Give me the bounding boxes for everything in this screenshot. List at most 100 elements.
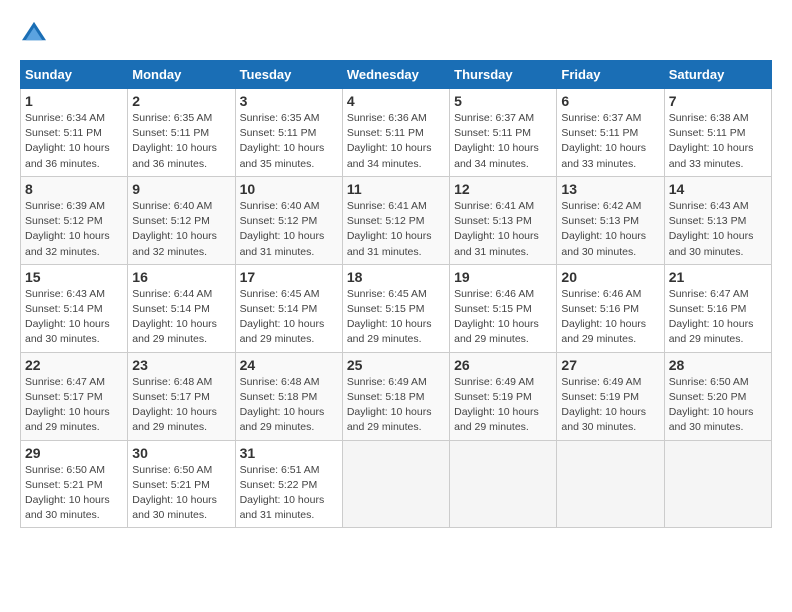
day-details: Sunrise: 6:41 AMSunset: 5:12 PMDaylight:…	[347, 199, 445, 260]
day-details: Sunrise: 6:47 AMSunset: 5:16 PMDaylight:…	[669, 287, 767, 348]
calendar-header: SundayMondayTuesdayWednesdayThursdayFrid…	[21, 61, 772, 89]
day-of-week-tuesday: Tuesday	[235, 61, 342, 89]
calendar-cell: 7 Sunrise: 6:38 AMSunset: 5:11 PMDayligh…	[664, 89, 771, 177]
day-details: Sunrise: 6:50 AMSunset: 5:21 PMDaylight:…	[25, 463, 123, 524]
day-details: Sunrise: 6:36 AMSunset: 5:11 PMDaylight:…	[347, 111, 445, 172]
calendar-cell: 29 Sunrise: 6:50 AMSunset: 5:21 PMDaylig…	[21, 440, 128, 528]
day-details: Sunrise: 6:40 AMSunset: 5:12 PMDaylight:…	[132, 199, 230, 260]
day-details: Sunrise: 6:51 AMSunset: 5:22 PMDaylight:…	[240, 463, 338, 524]
day-of-week-thursday: Thursday	[450, 61, 557, 89]
calendar-body: 1 Sunrise: 6:34 AMSunset: 5:11 PMDayligh…	[21, 89, 772, 528]
calendar-cell: 15 Sunrise: 6:43 AMSunset: 5:14 PMDaylig…	[21, 264, 128, 352]
day-details: Sunrise: 6:48 AMSunset: 5:17 PMDaylight:…	[132, 375, 230, 436]
calendar-cell: 24 Sunrise: 6:48 AMSunset: 5:18 PMDaylig…	[235, 352, 342, 440]
calendar-cell	[557, 440, 664, 528]
day-details: Sunrise: 6:44 AMSunset: 5:14 PMDaylight:…	[132, 287, 230, 348]
calendar-cell	[450, 440, 557, 528]
day-number: 26	[454, 357, 552, 373]
calendar-cell: 12 Sunrise: 6:41 AMSunset: 5:13 PMDaylig…	[450, 176, 557, 264]
calendar-cell: 22 Sunrise: 6:47 AMSunset: 5:17 PMDaylig…	[21, 352, 128, 440]
day-number: 14	[669, 181, 767, 197]
calendar-cell: 16 Sunrise: 6:44 AMSunset: 5:14 PMDaylig…	[128, 264, 235, 352]
day-number: 19	[454, 269, 552, 285]
calendar-cell	[342, 440, 449, 528]
day-number: 15	[25, 269, 123, 285]
day-details: Sunrise: 6:47 AMSunset: 5:17 PMDaylight:…	[25, 375, 123, 436]
calendar-cell: 21 Sunrise: 6:47 AMSunset: 5:16 PMDaylig…	[664, 264, 771, 352]
day-details: Sunrise: 6:35 AMSunset: 5:11 PMDaylight:…	[240, 111, 338, 172]
calendar-cell: 18 Sunrise: 6:45 AMSunset: 5:15 PMDaylig…	[342, 264, 449, 352]
day-number: 17	[240, 269, 338, 285]
day-number: 8	[25, 181, 123, 197]
day-details: Sunrise: 6:46 AMSunset: 5:15 PMDaylight:…	[454, 287, 552, 348]
day-details: Sunrise: 6:49 AMSunset: 5:19 PMDaylight:…	[454, 375, 552, 436]
day-number: 22	[25, 357, 123, 373]
day-details: Sunrise: 6:43 AMSunset: 5:13 PMDaylight:…	[669, 199, 767, 260]
day-number: 1	[25, 93, 123, 109]
day-details: Sunrise: 6:43 AMSunset: 5:14 PMDaylight:…	[25, 287, 123, 348]
day-details: Sunrise: 6:37 AMSunset: 5:11 PMDaylight:…	[561, 111, 659, 172]
day-of-week-saturday: Saturday	[664, 61, 771, 89]
day-number: 21	[669, 269, 767, 285]
day-number: 13	[561, 181, 659, 197]
day-of-week-monday: Monday	[128, 61, 235, 89]
calendar-cell: 30 Sunrise: 6:50 AMSunset: 5:21 PMDaylig…	[128, 440, 235, 528]
week-row-4: 22 Sunrise: 6:47 AMSunset: 5:17 PMDaylig…	[21, 352, 772, 440]
calendar-cell: 20 Sunrise: 6:46 AMSunset: 5:16 PMDaylig…	[557, 264, 664, 352]
calendar-cell: 13 Sunrise: 6:42 AMSunset: 5:13 PMDaylig…	[557, 176, 664, 264]
day-number: 27	[561, 357, 659, 373]
week-row-2: 8 Sunrise: 6:39 AMSunset: 5:12 PMDayligh…	[21, 176, 772, 264]
logo	[20, 20, 52, 44]
day-number: 9	[132, 181, 230, 197]
header	[20, 20, 772, 44]
day-number: 23	[132, 357, 230, 373]
week-row-5: 29 Sunrise: 6:50 AMSunset: 5:21 PMDaylig…	[21, 440, 772, 528]
day-number: 18	[347, 269, 445, 285]
day-details: Sunrise: 6:37 AMSunset: 5:11 PMDaylight:…	[454, 111, 552, 172]
day-number: 4	[347, 93, 445, 109]
calendar-cell: 9 Sunrise: 6:40 AMSunset: 5:12 PMDayligh…	[128, 176, 235, 264]
day-number: 5	[454, 93, 552, 109]
day-of-week-sunday: Sunday	[21, 61, 128, 89]
day-number: 12	[454, 181, 552, 197]
day-details: Sunrise: 6:34 AMSunset: 5:11 PMDaylight:…	[25, 111, 123, 172]
day-details: Sunrise: 6:42 AMSunset: 5:13 PMDaylight:…	[561, 199, 659, 260]
week-row-1: 1 Sunrise: 6:34 AMSunset: 5:11 PMDayligh…	[21, 89, 772, 177]
day-of-week-wednesday: Wednesday	[342, 61, 449, 89]
calendar-cell: 26 Sunrise: 6:49 AMSunset: 5:19 PMDaylig…	[450, 352, 557, 440]
day-number: 25	[347, 357, 445, 373]
calendar-cell: 23 Sunrise: 6:48 AMSunset: 5:17 PMDaylig…	[128, 352, 235, 440]
day-number: 11	[347, 181, 445, 197]
calendar-cell: 6 Sunrise: 6:37 AMSunset: 5:11 PMDayligh…	[557, 89, 664, 177]
logo-icon	[20, 20, 48, 44]
day-number: 31	[240, 445, 338, 461]
day-number: 2	[132, 93, 230, 109]
calendar-cell: 14 Sunrise: 6:43 AMSunset: 5:13 PMDaylig…	[664, 176, 771, 264]
day-details: Sunrise: 6:46 AMSunset: 5:16 PMDaylight:…	[561, 287, 659, 348]
day-number: 16	[132, 269, 230, 285]
day-number: 7	[669, 93, 767, 109]
calendar-cell: 3 Sunrise: 6:35 AMSunset: 5:11 PMDayligh…	[235, 89, 342, 177]
day-details: Sunrise: 6:49 AMSunset: 5:19 PMDaylight:…	[561, 375, 659, 436]
day-details: Sunrise: 6:45 AMSunset: 5:14 PMDaylight:…	[240, 287, 338, 348]
day-number: 3	[240, 93, 338, 109]
calendar-cell: 5 Sunrise: 6:37 AMSunset: 5:11 PMDayligh…	[450, 89, 557, 177]
day-number: 30	[132, 445, 230, 461]
calendar-cell: 28 Sunrise: 6:50 AMSunset: 5:20 PMDaylig…	[664, 352, 771, 440]
calendar-cell: 31 Sunrise: 6:51 AMSunset: 5:22 PMDaylig…	[235, 440, 342, 528]
day-number: 29	[25, 445, 123, 461]
header-row: SundayMondayTuesdayWednesdayThursdayFrid…	[21, 61, 772, 89]
day-details: Sunrise: 6:50 AMSunset: 5:21 PMDaylight:…	[132, 463, 230, 524]
day-number: 24	[240, 357, 338, 373]
day-details: Sunrise: 6:35 AMSunset: 5:11 PMDaylight:…	[132, 111, 230, 172]
calendar-cell: 27 Sunrise: 6:49 AMSunset: 5:19 PMDaylig…	[557, 352, 664, 440]
day-details: Sunrise: 6:45 AMSunset: 5:15 PMDaylight:…	[347, 287, 445, 348]
week-row-3: 15 Sunrise: 6:43 AMSunset: 5:14 PMDaylig…	[21, 264, 772, 352]
day-number: 20	[561, 269, 659, 285]
calendar-cell: 2 Sunrise: 6:35 AMSunset: 5:11 PMDayligh…	[128, 89, 235, 177]
day-details: Sunrise: 6:49 AMSunset: 5:18 PMDaylight:…	[347, 375, 445, 436]
day-details: Sunrise: 6:38 AMSunset: 5:11 PMDaylight:…	[669, 111, 767, 172]
day-details: Sunrise: 6:40 AMSunset: 5:12 PMDaylight:…	[240, 199, 338, 260]
calendar-cell: 8 Sunrise: 6:39 AMSunset: 5:12 PMDayligh…	[21, 176, 128, 264]
day-details: Sunrise: 6:48 AMSunset: 5:18 PMDaylight:…	[240, 375, 338, 436]
